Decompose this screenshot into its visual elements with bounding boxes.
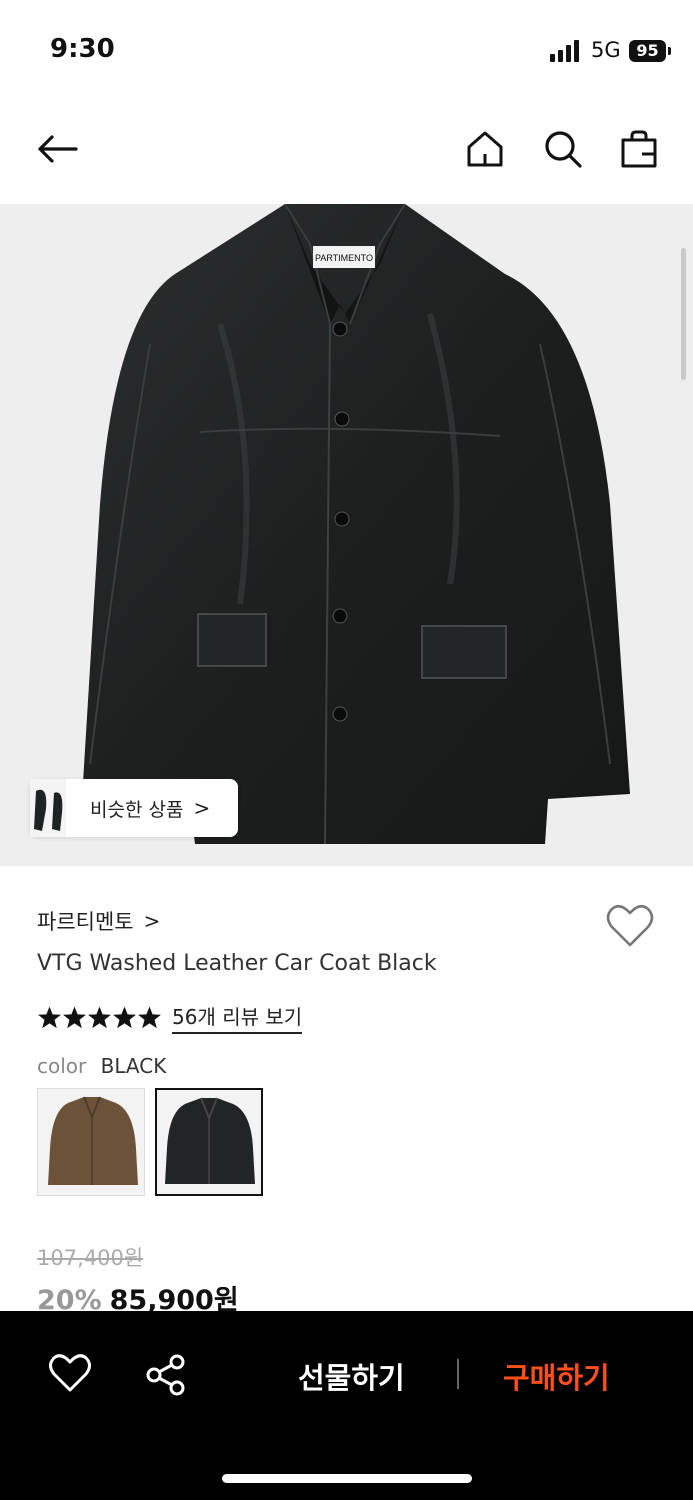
battery-tip <box>668 47 671 55</box>
divider <box>457 1359 459 1389</box>
chevron-right-icon: > <box>143 909 161 933</box>
jacket-image: PARTIMENTO <box>82 204 630 845</box>
heart-icon <box>606 904 654 947</box>
star-icon <box>38 1006 61 1029</box>
rating-row: 56개 리뷰 보기 <box>37 1001 303 1034</box>
like-button[interactable] <box>48 1353 92 1393</box>
search-icon <box>545 131 582 168</box>
heart-icon <box>49 1354 91 1392</box>
star-icon <box>63 1006 86 1029</box>
product-title: VTG Washed Leather Car Coat Black <box>37 951 437 976</box>
image-scrollbar[interactable] <box>681 248 686 380</box>
brand-name: 파르티멘토 <box>37 910 134 934</box>
back-button[interactable] <box>30 124 86 174</box>
garment-tag: PARTIMENTO <box>315 253 373 263</box>
home-indicator[interactable] <box>222 1474 472 1483</box>
color-swatch-brown[interactable] <box>37 1088 145 1196</box>
bottom-action-bar: 선물하기 구매하기 <box>0 1311 693 1500</box>
star-icon <box>88 1006 111 1029</box>
color-row: color BLACK <box>37 1054 166 1078</box>
buy-button[interactable]: 구매하기 <box>503 1355 610 1397</box>
share-icon <box>146 1354 185 1396</box>
color-swatch-black[interactable] <box>155 1088 263 1196</box>
arrow-left-icon <box>38 135 78 163</box>
similar-label: 비슷한 상품 <box>90 798 184 821</box>
search-button[interactable] <box>538 124 588 174</box>
battery-icon: 95 <box>629 40 666 62</box>
color-key: color <box>37 1054 87 1078</box>
home-button[interactable] <box>460 124 510 174</box>
chevron-right-icon: > <box>193 796 211 820</box>
cart-button[interactable] <box>614 124 664 174</box>
product-image[interactable]: PARTIMENTO 비슷한 상품 > <box>0 204 693 866</box>
star-icon <box>113 1006 136 1029</box>
shopping-bag-icon <box>621 130 657 168</box>
color-value: BLACK <box>100 1054 167 1078</box>
gift-button[interactable]: 선물하기 <box>298 1355 405 1397</box>
status-bar: 9:30 5G 95 <box>0 0 693 100</box>
wishlist-button[interactable] <box>606 903 654 949</box>
similar-thumbnail <box>30 779 66 837</box>
home-icon <box>467 131 503 167</box>
original-price: 107,400원 <box>37 1246 144 1270</box>
rating-stars <box>37 1005 162 1030</box>
status-time: 9:30 <box>50 34 115 64</box>
review-link[interactable]: 56개 리뷰 보기 <box>172 1001 303 1034</box>
brand-link[interactable]: 파르티멘토 > <box>37 906 160 936</box>
share-button[interactable] <box>144 1353 188 1397</box>
star-icon <box>138 1006 161 1029</box>
top-nav <box>0 100 693 204</box>
network-label: 5G <box>591 38 621 62</box>
similar-products-button[interactable]: 비슷한 상품 > <box>30 779 238 837</box>
signal-icon <box>550 40 579 62</box>
